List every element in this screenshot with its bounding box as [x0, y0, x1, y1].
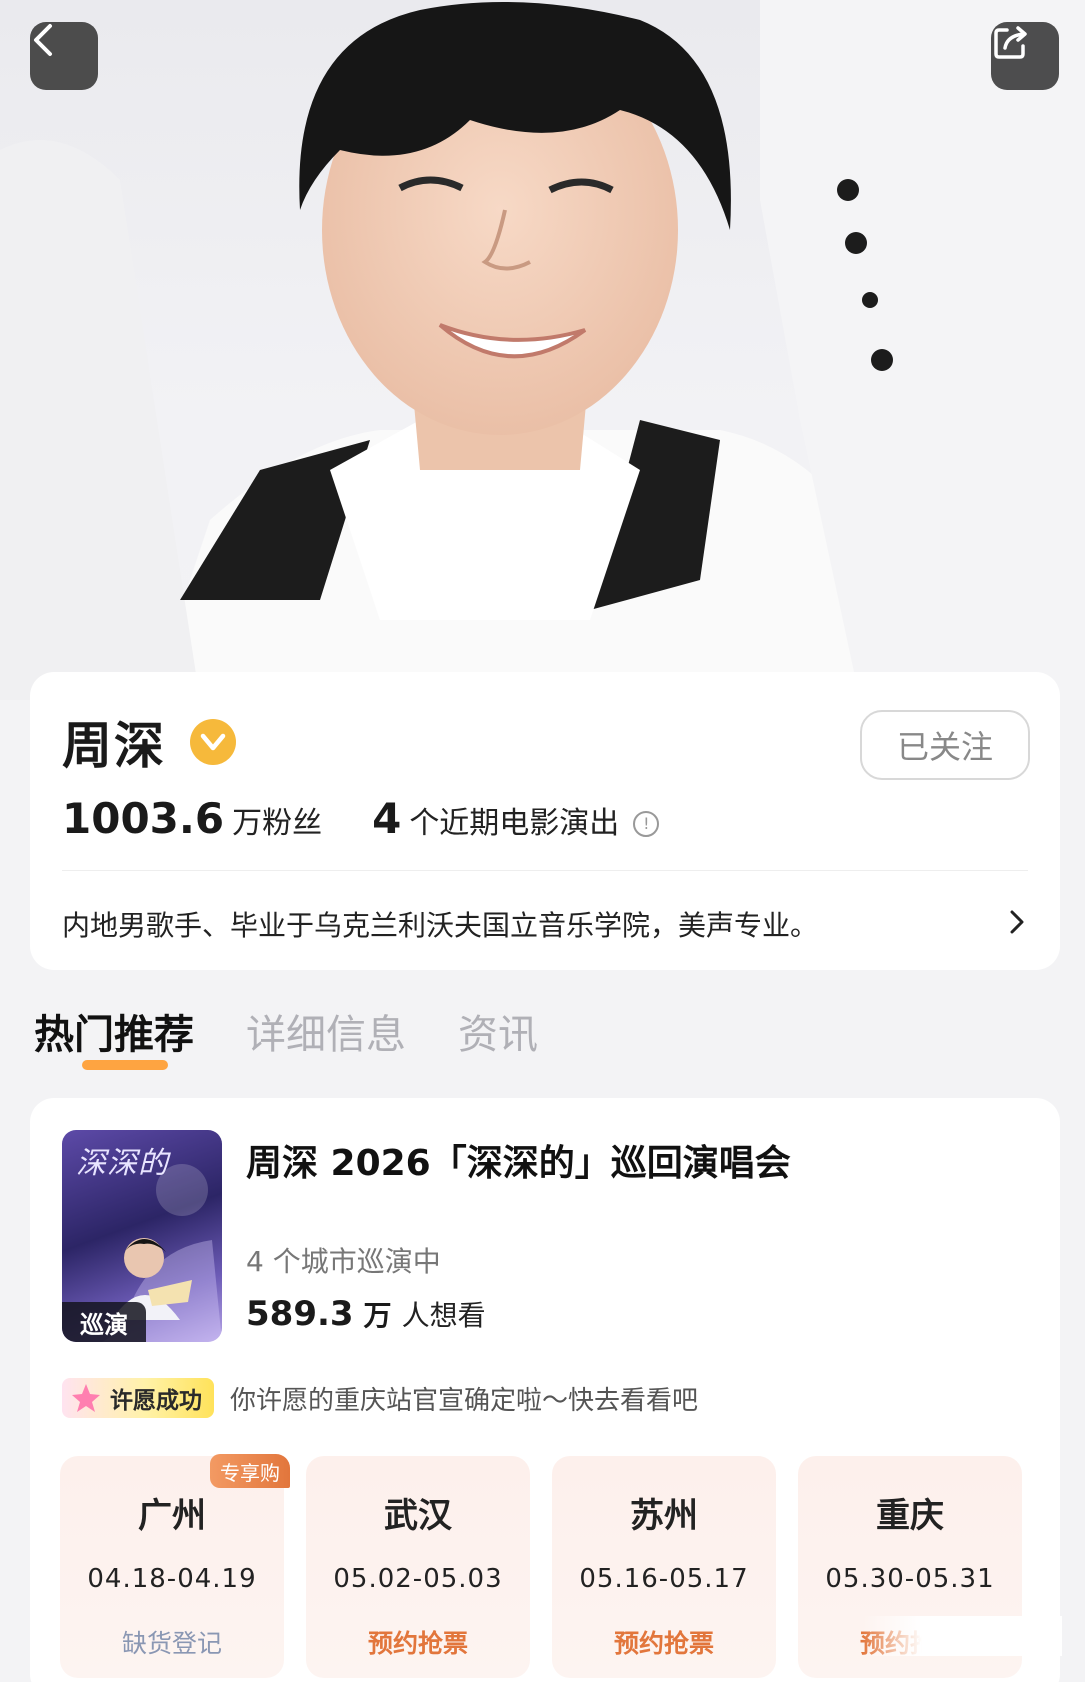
city-card-guangzhou[interactable]: 专享购 广州 04.18-04.19 缺货登记: [60, 1454, 290, 1678]
city-date: 05.30-05.31: [825, 1564, 995, 1594]
city-name: 苏州: [630, 1496, 698, 1536]
want-to-see-stat: 589.3 万 人想看: [246, 1294, 486, 1334]
want-unit: 万: [363, 1299, 392, 1332]
out-of-stock-register-button[interactable]: 缺货登记: [60, 1624, 284, 1660]
artist-name-row: 周深: [62, 706, 236, 778]
exclusive-purchase-tag: 专享购: [210, 1454, 290, 1488]
want-label: 人想看: [401, 1299, 486, 1332]
tab-news[interactable]: 资讯: [458, 1002, 538, 1060]
wish-tag-label: 许愿成功: [110, 1388, 202, 1414]
city-name: 广州: [138, 1496, 206, 1536]
back-button[interactable]: [30, 22, 98, 90]
wish-message: 你许愿的重庆站官宣确定啦～快去看看吧: [230, 1385, 699, 1416]
star-icon: [72, 1384, 100, 1412]
reserve-ticket-button[interactable]: 预约抢票: [306, 1624, 530, 1660]
shows-count: 4: [372, 794, 402, 843]
tour-badge: 巡演: [62, 1302, 146, 1342]
info-icon[interactable]: !: [633, 810, 660, 837]
want-count: 589.3: [246, 1294, 354, 1334]
chevron-right-icon[interactable]: [1008, 908, 1026, 936]
city-card-wuhan[interactable]: 武汉 05.02-05.03 预约抢票: [306, 1456, 530, 1678]
shows-label: 个近期电影演出: [409, 806, 620, 841]
content-tabs: 热门推荐 详细信息 资讯: [34, 1002, 590, 1070]
city-name: 重庆: [876, 1496, 944, 1536]
city-date: 05.02-05.03: [333, 1564, 503, 1594]
wish-success-tag: 许愿成功: [62, 1378, 214, 1418]
tab-hot-recommend[interactable]: 热门推荐: [34, 1002, 194, 1070]
city-card-suzhou[interactable]: 苏州 05.16-05.17 预约抢票: [552, 1456, 776, 1678]
event-poster[interactable]: 深深的 巡演: [62, 1130, 222, 1342]
fans-count: 1003.6: [62, 794, 225, 843]
active-tab-indicator: [82, 1060, 168, 1070]
chevron-left-icon: [34, 24, 52, 56]
artist-photo-illustration: [0, 0, 1085, 700]
artist-name: 周深: [62, 717, 166, 775]
tab-label: 热门推荐: [34, 1012, 194, 1058]
city-date: 04.18-04.19: [87, 1564, 257, 1594]
city-name: 武汉: [384, 1496, 452, 1536]
share-icon: [994, 26, 1027, 59]
fans-label: 万粉丝: [232, 806, 323, 841]
share-button[interactable]: [991, 22, 1059, 90]
wish-notice[interactable]: 许愿成功 你许愿的重庆站官宣确定啦～快去看看吧: [62, 1378, 698, 1418]
city-date: 05.16-05.17: [579, 1564, 749, 1594]
concert-event-card[interactable]: 深深的 巡演 周深 2026「深深的」巡回演唱会 4 个城市巡演中 589.3 …: [30, 1098, 1060, 1682]
tab-details[interactable]: 详细信息: [246, 1002, 406, 1060]
event-title[interactable]: 周深 2026「深深的」巡回演唱会: [246, 1134, 791, 1186]
event-subtitle: 4 个城市巡演中: [246, 1245, 441, 1278]
artist-profile-card: 周深 已关注 1003.6 万粉丝 4 个近期电影演出 ! 内地男歌手、毕业于乌…: [30, 672, 1060, 970]
follow-button[interactable]: 已关注: [860, 710, 1030, 780]
watermark-overlay: [862, 1616, 1062, 1656]
verified-badge-icon: [190, 719, 236, 765]
artist-bio[interactable]: 内地男歌手、毕业于乌克兰利沃夫国立音乐学院，美声专业。: [62, 904, 818, 944]
artist-hero-photo: [0, 0, 1085, 700]
artist-stats: 1003.6 万粉丝 4 个近期电影演出 !: [62, 794, 660, 843]
reserve-ticket-button[interactable]: 预约抢票: [552, 1624, 776, 1660]
divider: [62, 870, 1028, 871]
